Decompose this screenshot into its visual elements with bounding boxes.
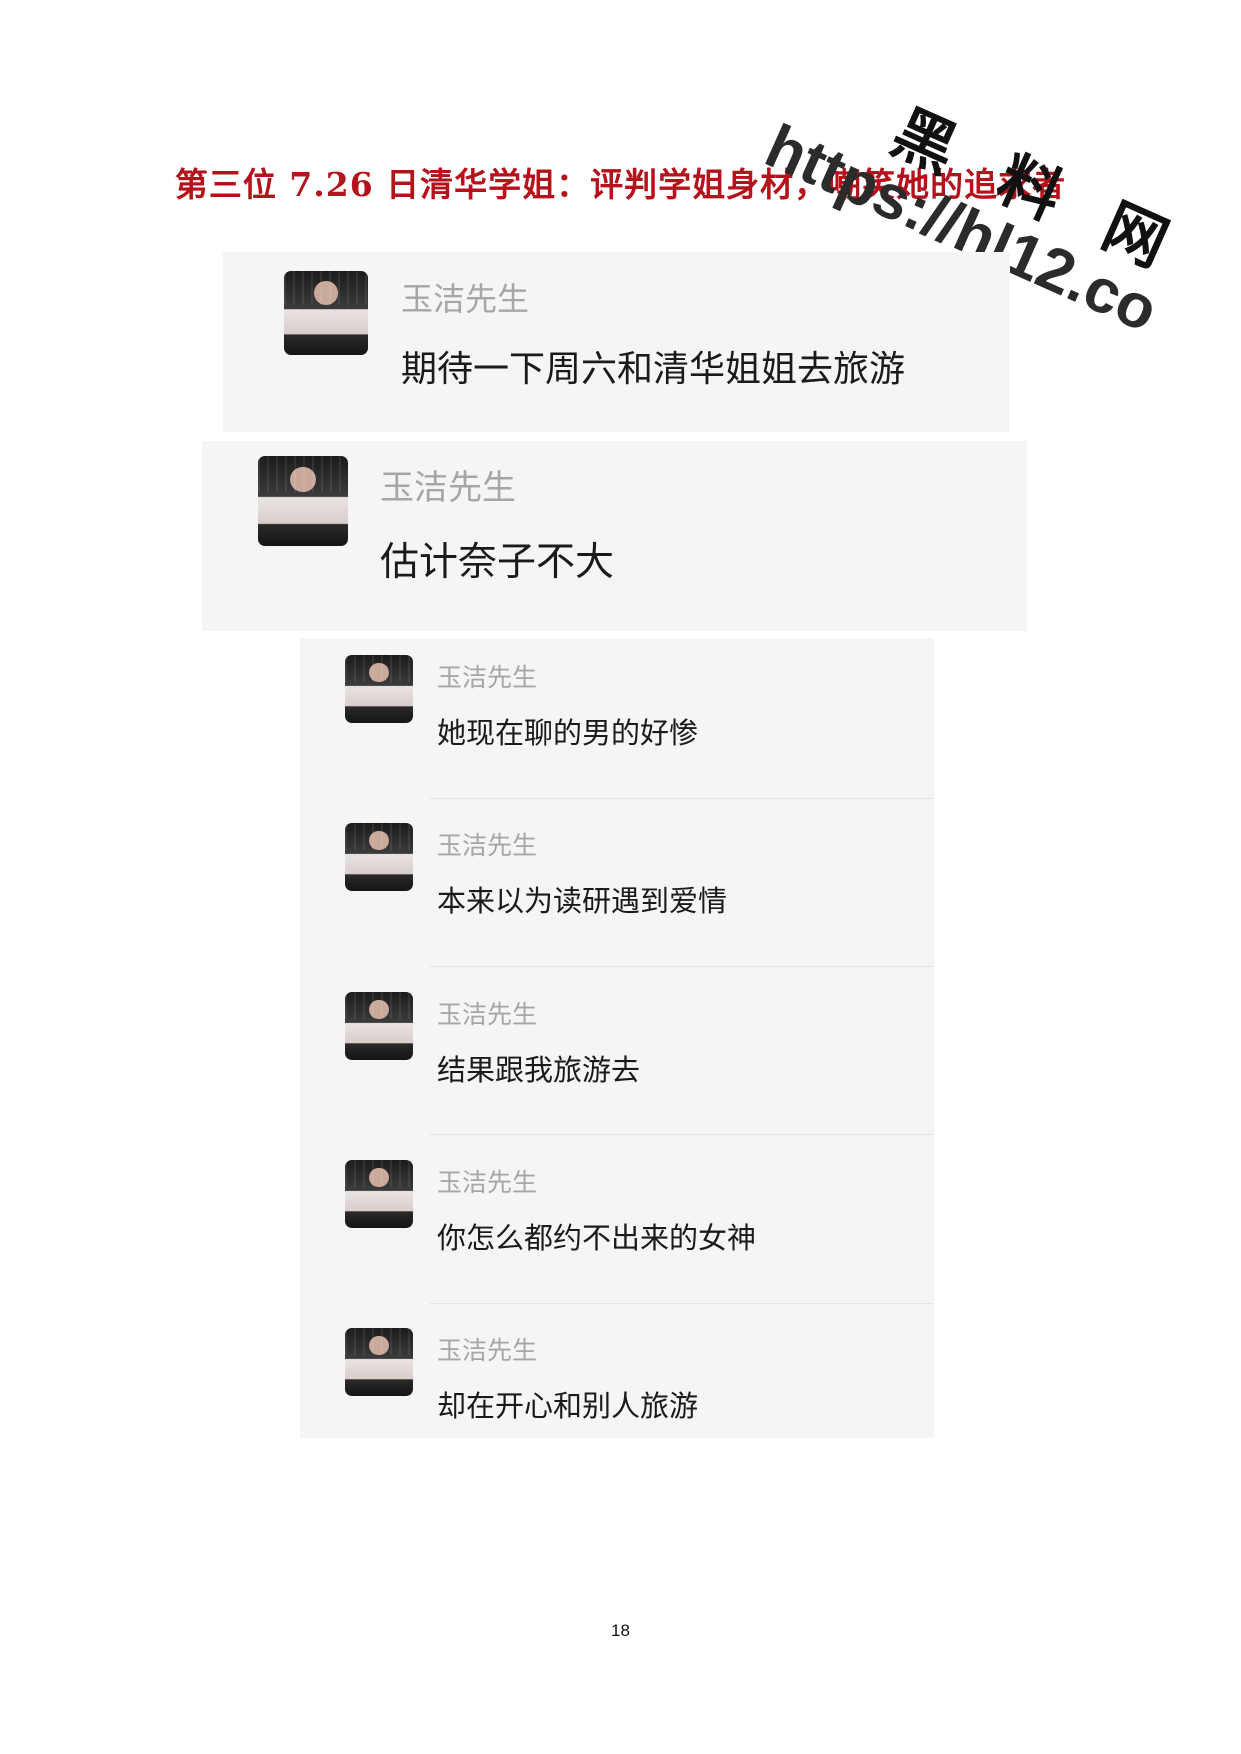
sender-avatar xyxy=(258,456,348,546)
sender-name: 玉洁先生 xyxy=(437,831,538,860)
sender-name: 玉洁先生 xyxy=(437,1168,538,1197)
sender-name: 玉洁先生 xyxy=(437,663,538,692)
list-item: 玉洁先生 却在开心和别人旅游 xyxy=(300,1311,934,1438)
divider xyxy=(430,798,934,799)
sender-avatar xyxy=(345,1328,413,1396)
chat-screenshot-3: 玉洁先生 她现在聊的男的好惨 玉洁先生 本来以为读研遇到爱情 玉洁先生 结果跟我… xyxy=(300,638,934,1438)
message-text: 却在开心和别人旅游 xyxy=(437,1389,699,1423)
divider xyxy=(430,966,934,967)
chat-screenshot-2: 玉洁先生 估计奈子不大 xyxy=(202,441,1027,631)
sender-avatar xyxy=(345,655,413,723)
list-item: 玉洁先生 结果跟我旅游去 xyxy=(300,975,934,1143)
message-text: 她现在聊的男的好惨 xyxy=(437,716,699,750)
sender-avatar xyxy=(345,1160,413,1228)
message-text: 结果跟我旅游去 xyxy=(437,1053,641,1087)
sender-name: 玉洁先生 xyxy=(401,280,530,318)
sender-name: 玉洁先生 xyxy=(380,468,516,508)
list-item: 玉洁先生 本来以为读研遇到爱情 xyxy=(300,806,934,974)
divider xyxy=(430,1303,934,1304)
page-title: 第三位 7.26 日清华学姐：评判学姐身材，嘲笑她的追求者 xyxy=(174,165,1067,204)
message-text: 期待一下周六和清华姐姐去旅游 xyxy=(401,349,906,390)
message-text: 你怎么都约不出来的女神 xyxy=(437,1221,757,1255)
list-item: 玉洁先生 她现在聊的男的好惨 xyxy=(300,638,934,806)
divider xyxy=(430,1134,934,1135)
chat-screenshot-1: 玉洁先生 期待一下周六和清华姐姐去旅游 xyxy=(223,252,1010,432)
sender-name: 玉洁先生 xyxy=(437,1000,538,1029)
message-text: 估计奈子不大 xyxy=(380,540,615,585)
sender-avatar xyxy=(345,992,413,1060)
sender-avatar xyxy=(284,271,368,355)
list-item: 玉洁先生 你怎么都约不出来的女神 xyxy=(300,1143,934,1311)
message-text: 本来以为读研遇到爱情 xyxy=(437,884,728,918)
page-number: 18 xyxy=(611,1621,630,1640)
sender-avatar xyxy=(345,823,413,891)
sender-name: 玉洁先生 xyxy=(437,1336,538,1365)
